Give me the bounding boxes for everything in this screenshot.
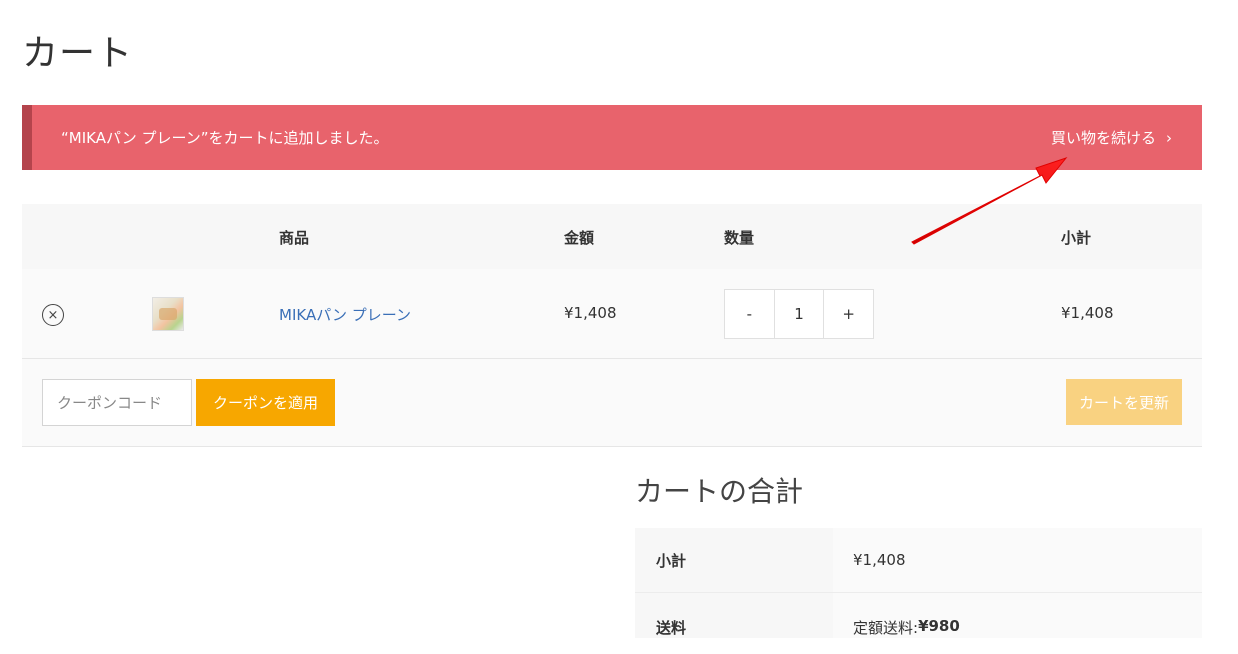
shipping-amount: ¥980 xyxy=(918,617,960,635)
page-title: カート xyxy=(22,33,134,74)
header-product: 商品 xyxy=(279,229,310,247)
header-quantity: 数量 xyxy=(724,229,755,247)
totals-row-subtotal: 小計 ¥1,408 xyxy=(635,528,1202,593)
remove-item-icon[interactable]: × xyxy=(42,304,64,326)
cart-actions: クーポンを適用 カートを更新 xyxy=(22,359,1202,447)
shipping-method-label: 定額送料: xyxy=(853,619,919,637)
update-cart-button[interactable]: カートを更新 xyxy=(1066,379,1182,425)
continue-shopping-label: 買い物を続ける xyxy=(1050,129,1156,147)
chevron-right-icon: › xyxy=(1166,128,1172,147)
totals-shipping-value: 定額送料: ¥980 xyxy=(833,593,1202,638)
product-subtotal: ¥1,408 xyxy=(1061,304,1114,322)
cart-table: 商品 金額 数量 小計 × MIKAパン プレーン ¥1,408 - 1 + ¥… xyxy=(22,204,1202,447)
notice-message: “MIKAパン プレーン”をカートに追加しました。 xyxy=(61,129,389,147)
continue-shopping-button[interactable]: 買い物を続ける › xyxy=(1051,127,1172,148)
cart-totals-title: カートの合計 xyxy=(635,475,804,508)
totals-row-shipping: 送料 定額送料: ¥980 xyxy=(635,593,1202,654)
cart-totals-table: 小計 ¥1,408 送料 定額送料: ¥980 xyxy=(635,528,1202,654)
table-row: × MIKAパン プレーン ¥1,408 - 1 + ¥1,408 xyxy=(22,269,1202,359)
product-name-link[interactable]: MIKAパン プレーン xyxy=(279,304,411,325)
product-thumbnail[interactable] xyxy=(152,297,184,331)
totals-subtotal-label: 小計 xyxy=(635,528,833,592)
header-subtotal: 小計 xyxy=(1061,229,1092,247)
cart-table-header: 商品 金額 数量 小計 xyxy=(22,204,1202,269)
header-price: 金額 xyxy=(564,229,595,247)
quantity-plus-button[interactable]: + xyxy=(824,290,873,338)
totals-subtotal-value: ¥1,408 xyxy=(833,528,1202,592)
quantity-input[interactable]: 1 xyxy=(775,290,825,338)
coupon-code-input[interactable] xyxy=(42,379,192,426)
cart-added-notice: “MIKAパン プレーン”をカートに追加しました。 買い物を続ける › xyxy=(22,105,1202,170)
totals-shipping-label: 送料 xyxy=(635,593,833,638)
apply-coupon-button[interactable]: クーポンを適用 xyxy=(196,379,335,426)
product-price: ¥1,408 xyxy=(564,304,617,322)
quantity-minus-button[interactable]: - xyxy=(725,290,775,338)
quantity-stepper: - 1 + xyxy=(724,289,874,339)
